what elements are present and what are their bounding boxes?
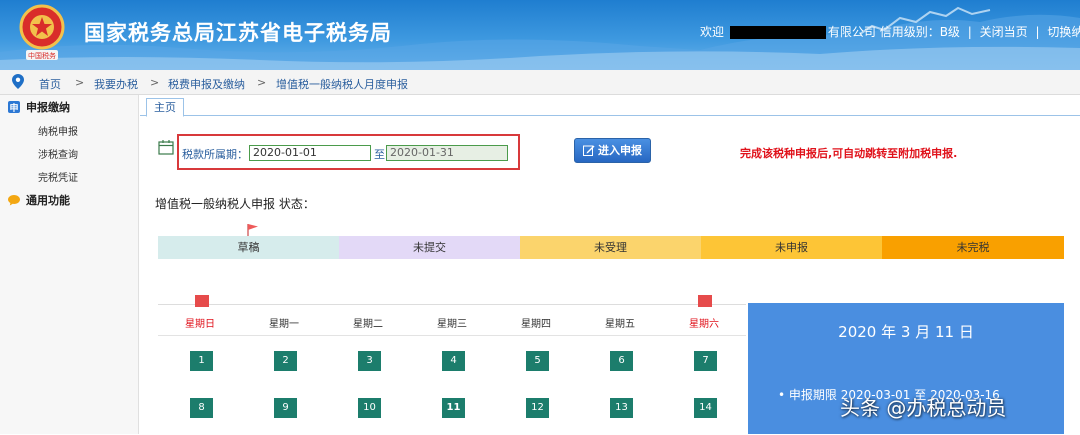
calendar-day[interactable]: 9 xyxy=(274,398,297,418)
welcome-text: 欢迎 xyxy=(700,25,725,39)
breadcrumb-home[interactable]: 首页 xyxy=(39,76,61,92)
weekend-marker-icon xyxy=(195,295,209,307)
calendar-day[interactable]: 1 xyxy=(190,351,213,371)
tab-bar xyxy=(140,96,1080,116)
breadcrumb: 首页 > 我要办税 > 税费申报及缴纳 > 增值税一般纳税人月度申报 xyxy=(0,70,1080,95)
weekday-saturday: 星期六 xyxy=(689,319,719,330)
separator: | xyxy=(1035,25,1040,39)
calendar-day[interactable]: 3 xyxy=(358,351,381,371)
calendar-day[interactable]: 10 xyxy=(358,398,381,418)
sidebar: 申 申报缴纳 纳税申报 涉税查询 完税凭证 通用功能 xyxy=(0,95,139,434)
weekday-tuesday: 星期二 xyxy=(353,319,383,330)
enter-declaration-label: 进入申报 xyxy=(598,144,642,157)
calendar-day[interactable]: 4 xyxy=(442,351,465,371)
calendar-day[interactable]: 5 xyxy=(526,351,549,371)
location-pin-icon xyxy=(12,74,24,89)
company-suffix: 有限公司 xyxy=(827,25,876,39)
breadcrumb-declaration[interactable]: 税费申报及缴纳 xyxy=(168,76,245,92)
breadcrumb-tax-services[interactable]: 我要办税 xyxy=(94,76,138,92)
tab-home[interactable]: 主页 xyxy=(146,98,184,117)
chat-bubble-icon xyxy=(8,195,20,206)
weekday-friday: 星期五 xyxy=(605,319,635,330)
breadcrumb-separator: > xyxy=(75,76,85,89)
sidebar-item-tax-query[interactable]: 涉税查询 xyxy=(38,146,78,161)
calendar-icon xyxy=(158,140,174,155)
enter-declaration-button[interactable]: 进入申报 xyxy=(574,138,651,163)
calendar-day[interactable]: 8 xyxy=(190,398,213,418)
breadcrumb-separator: > xyxy=(150,76,160,89)
declaration-icon: 申 xyxy=(8,101,20,113)
svg-text:申: 申 xyxy=(9,102,18,113)
sidebar-section-general[interactable]: 通用功能 xyxy=(8,192,70,208)
calendar-day[interactable]: 6 xyxy=(610,351,633,371)
status-title: 增值税一般纳税人申报 状态： xyxy=(155,197,315,211)
watermark-text: 头条 @办税总动员 xyxy=(840,396,1007,420)
sidebar-item-tax-declaration[interactable]: 纳税申报 xyxy=(38,123,78,138)
breadcrumb-separator: > xyxy=(257,76,267,89)
calendar-header-divider xyxy=(158,335,746,336)
status-step-not-paid: 未完税 xyxy=(882,236,1064,259)
tax-emblem-logo: 中国税务 xyxy=(19,4,65,60)
calendar-day[interactable]: 2 xyxy=(274,351,297,371)
calendar-day-today[interactable]: 11 xyxy=(442,398,465,418)
sidebar-item-tax-certificate[interactable]: 完税凭证 xyxy=(38,169,78,184)
status-step-not-declared: 未申报 xyxy=(701,236,882,259)
weekday-thursday: 星期四 xyxy=(521,319,551,330)
flag-icon xyxy=(247,224,258,237)
sidebar-section-label: 通用功能 xyxy=(26,194,70,207)
notice-text: 完成该税种申报后,可自动跳转至附加税申报. xyxy=(740,147,958,160)
calendar-day[interactable]: 14 xyxy=(694,398,717,418)
separator: | xyxy=(967,25,972,39)
weekday-wednesday: 星期三 xyxy=(437,319,467,330)
sidebar-section-label: 申报缴纳 xyxy=(26,101,70,114)
calendar-day[interactable]: 7 xyxy=(694,351,717,371)
sidebar-section-declaration[interactable]: 申 申报缴纳 xyxy=(8,99,70,115)
period-end-input[interactable] xyxy=(386,145,508,161)
redacted-name xyxy=(729,26,826,39)
site-title: 国家税务总局江苏省电子税务局 xyxy=(84,21,392,45)
calendar-day[interactable]: 12 xyxy=(526,398,549,418)
weekday-monday: 星期一 xyxy=(269,319,299,330)
close-page-link[interactable]: 关闭当页 xyxy=(980,25,1028,39)
switch-taxpayer-link[interactable]: 切换纳 xyxy=(1047,25,1080,39)
period-start-input[interactable] xyxy=(249,145,371,161)
edit-icon xyxy=(583,145,595,156)
calendar-day[interactable]: 13 xyxy=(610,398,633,418)
status-step-draft: 草稿 xyxy=(158,236,339,259)
header-banner: 中国税务 国家税务总局江苏省电子税务局 欢迎 有限公司 信用级别：B级 | 关闭… xyxy=(0,0,1080,70)
period-label: 税款所属期： xyxy=(182,148,248,161)
user-bar: 欢迎 有限公司 信用级别：B级 | 关闭当页 | 切换纳 xyxy=(700,23,1080,40)
weekday-sunday: 星期日 xyxy=(185,319,215,330)
current-date: 2020 年 3 月 11 日 xyxy=(838,323,974,341)
weekend-marker-icon xyxy=(698,295,712,307)
period-to-label: 至 xyxy=(374,148,385,161)
credit-level: 信用级别：B级 xyxy=(879,25,960,39)
status-step-not-submitted: 未提交 xyxy=(339,236,520,259)
svg-text:中国税务: 中国税务 xyxy=(28,51,56,60)
status-step-not-accepted: 未受理 xyxy=(520,236,701,259)
breadcrumb-current: 增值税一般纳税人月度申报 xyxy=(276,78,408,91)
